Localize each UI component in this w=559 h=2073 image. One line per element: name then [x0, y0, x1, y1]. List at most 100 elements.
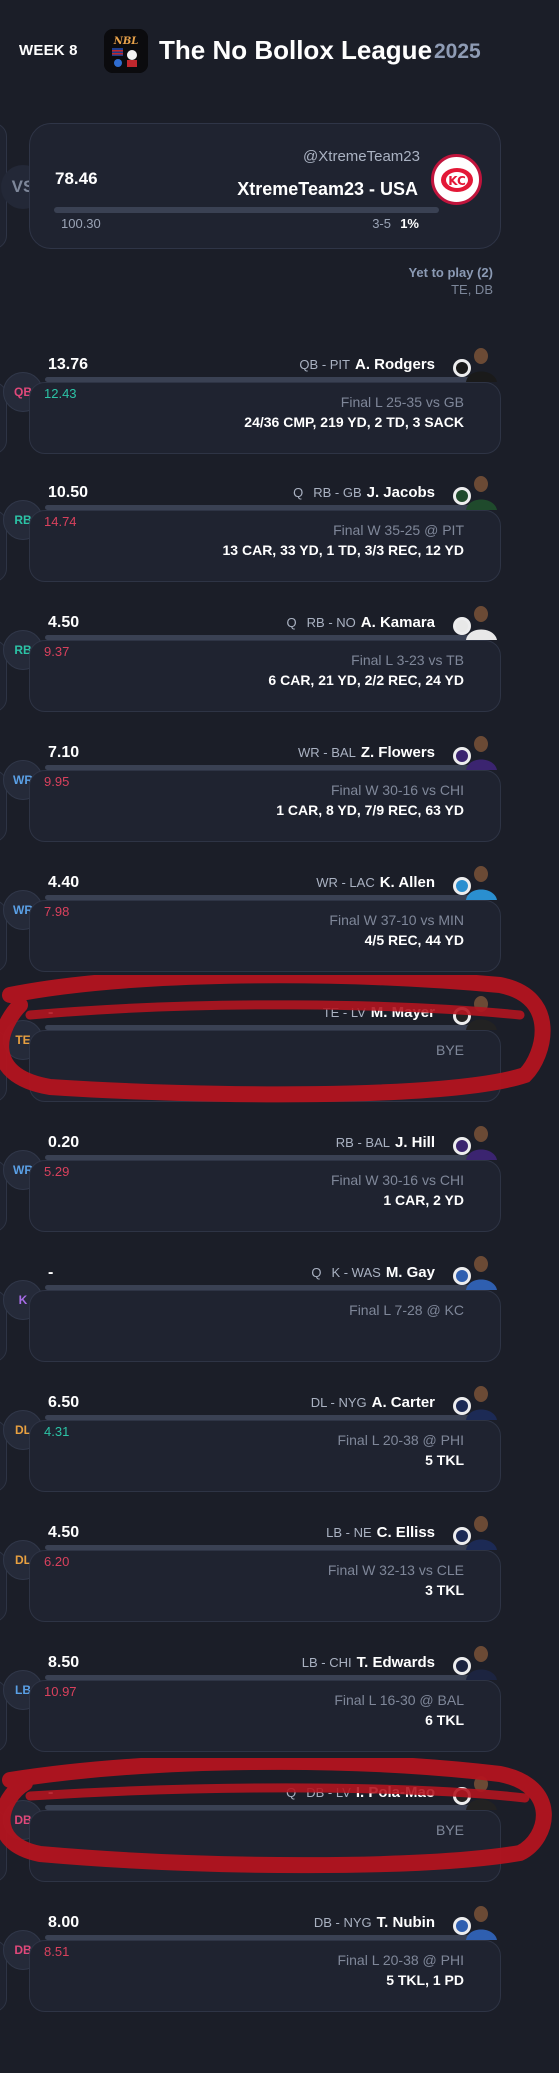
player-headshot-icon[interactable]	[448, 1382, 499, 1420]
player-row[interactable]: DL 4.50 6.20 LB - NE C. Elliss Final W 32-13 …	[0, 1516, 559, 1636]
player-row[interactable]: K-QK - WAS M. Gay Final L 7-28 @ KC	[0, 1256, 559, 1376]
player-score: 8.00	[48, 1914, 80, 1931]
season-year: 2025	[434, 40, 481, 63]
player-headshot-icon[interactable]	[448, 1252, 499, 1290]
game-result: Final L 7-28 @ KC	[349, 1302, 464, 1318]
player-name[interactable]: T. Edwards	[357, 1654, 435, 1671]
player-stat-line: 6 CAR, 21 YD, 2/2 REC, 24 YD	[268, 672, 464, 688]
player-name[interactable]: A. Kamara	[361, 614, 435, 631]
game-result: Final W 35-25 @ PIT	[333, 522, 464, 538]
score-progress-bar	[54, 207, 439, 213]
game-result: Final W 30-16 vs CHI	[330, 782, 464, 798]
player-headshot-icon[interactable]	[448, 732, 499, 770]
player-progress-bar	[45, 1545, 486, 1550]
player-row[interactable]: RB 10.50 14.74 Q RB - GB J. Jacobs Final W 35-…	[0, 476, 559, 596]
player-position-team: LB - NE	[326, 1525, 372, 1540]
player-position-team: DL - NYG	[310, 1395, 367, 1410]
player-projection: 12.43	[44, 386, 77, 401]
player-name[interactable]: I. Pola-Mao	[356, 1784, 435, 1801]
player-progress-bar	[45, 895, 486, 900]
player-headshot-icon[interactable]	[448, 1902, 499, 1940]
game-result: Final W 30-16 vs CHI	[330, 1172, 464, 1188]
player-score: 4.50	[48, 614, 80, 631]
player-progress-bar	[45, 505, 486, 510]
player-headshot-icon[interactable]	[448, 602, 499, 640]
player-info: TE - LV M. Mayer	[323, 1004, 435, 1021]
player-info: DB - NYG T. Nubin	[314, 1914, 435, 1931]
player-headshot-icon[interactable]	[448, 344, 499, 382]
player-position-team: TE - LV	[322, 1005, 366, 1020]
player-score: 8.50	[48, 1654, 80, 1671]
player-info: DL - NYG A. Carter	[311, 1394, 435, 1411]
player-score: 13.76	[48, 356, 89, 373]
player-projection: 9.95	[44, 774, 70, 789]
player-card[interactable]	[29, 1030, 501, 1102]
player-progress-bar	[45, 765, 486, 770]
player-score: 4.40	[48, 874, 80, 891]
player-headshot-icon[interactable]	[448, 1772, 499, 1810]
player-row[interactable]: LB 8.50 10.97 LB - CHI T. Edwards Final L 16-…	[0, 1646, 559, 1766]
player-headshot-icon[interactable]	[448, 1642, 499, 1680]
player-row[interactable]: DB - Q DB - LV I. Pola-Mao BYE	[0, 1776, 559, 1896]
player-row[interactable]: TE - TE - LV M. Mayer BYE	[0, 996, 559, 1116]
player-name[interactable]: J. Jacobs	[367, 484, 435, 501]
player-row[interactable]: QB 13.76 12.43 QB - PIT A. Rodgers Final L 25…	[0, 348, 559, 468]
player-position-team: WR - BAL	[298, 745, 356, 760]
yet-to-play-title: Yet to play (2)	[408, 265, 493, 280]
player-stat-line: 6 TKL	[425, 1712, 464, 1728]
player-row[interactable]: DL 6.50 4.31 DL - NYG A. Carter Final L 20-38…	[0, 1386, 559, 1506]
player-info: Q RB - GB J. Jacobs	[293, 484, 435, 501]
player-info: Q K - WAS M. Gay	[311, 1264, 435, 1281]
nbl-logo-icon[interactable]: NBL	[104, 29, 148, 73]
player-row[interactable]: DB 8.00 8.51 DB - NYG T. Nubin Final L 20-38 …	[0, 1906, 559, 2026]
player-row[interactable]: WR 0.20 5.29 RB - BAL J. Hill Final W 30-16 v…	[0, 1126, 559, 1246]
team-name: XtremeTeam23 - USA	[237, 179, 418, 199]
player-name[interactable]: J. Hill	[395, 1134, 435, 1151]
game-result: BYE	[435, 1042, 464, 1058]
svg-text:NBL: NBL	[113, 36, 139, 47]
player-headshot-icon[interactable]	[448, 1122, 499, 1160]
game-result: Final L 20-38 @ PHI	[337, 1952, 464, 1968]
page-header: WEEK 8 NBL The No Bollox League 2025	[0, 0, 559, 100]
player-card[interactable]	[29, 1290, 501, 1362]
player-name[interactable]: Z. Flowers	[361, 744, 435, 761]
player-row[interactable]: RB 4.50 9.37 Q RB - NO A. Kamara Final L 3-23 …	[0, 606, 559, 726]
player-headshot-icon[interactable]	[448, 472, 499, 510]
player-position-team: RB - NO	[306, 615, 356, 630]
matchup-card[interactable]: 78.46 @XtremeTeam23 XtremeTeam23 - USA 1…	[29, 123, 501, 249]
player-score: 10.50	[48, 484, 89, 501]
player-score: -	[48, 1004, 54, 1021]
player-info: WR - LAC K. Allen	[316, 874, 435, 891]
player-name[interactable]: A. Carter	[372, 1394, 435, 1411]
league-title: The No Bollox League	[159, 35, 433, 65]
player-info: LB - CHI T. Edwards	[302, 1654, 435, 1671]
player-name[interactable]: T. Nubin	[377, 1914, 435, 1931]
team-record: 3-5	[372, 216, 391, 231]
yet-to-play-summary: Yet to play (2) TE, DB	[408, 265, 493, 297]
game-result: Final W 32-13 vs CLE	[327, 1562, 464, 1578]
player-row[interactable]: WR 4.40 7.98 WR - LAC K. Allen Final W 37-10 …	[0, 866, 559, 986]
player-row[interactable]: WR 7.10 9.95 WR - BAL Z. Flowers Final W 30-1…	[0, 736, 559, 856]
player-name[interactable]: A. Rodgers	[355, 356, 435, 373]
player-stat-line: 1 CAR, 2 YD	[383, 1192, 464, 1208]
player-headshot-icon[interactable]	[448, 1512, 499, 1550]
player-projection: 5.29	[44, 1164, 70, 1179]
game-result: BYE	[435, 1822, 464, 1838]
player-name[interactable]: C. Elliss	[377, 1524, 435, 1541]
player-info: QB - PIT A. Rodgers	[299, 356, 435, 373]
player-progress-bar	[45, 1935, 486, 1940]
player-card[interactable]	[29, 1810, 501, 1882]
player-progress-bar	[45, 1415, 486, 1420]
game-result: Final W 37-10 vs MIN	[329, 912, 464, 928]
player-progress-bar	[45, 1025, 486, 1030]
player-stat-line: 1 CAR, 8 YD, 7/9 REC, 63 YD	[276, 802, 464, 818]
player-progress-bar	[45, 1675, 486, 1680]
player-headshot-icon[interactable]	[448, 862, 499, 900]
yet-to-play-positions: TE, DB	[451, 282, 493, 297]
player-name[interactable]: K. Allen	[380, 874, 435, 891]
player-name[interactable]: M. Mayer	[371, 1004, 435, 1021]
player-headshot-icon[interactable]	[448, 992, 499, 1030]
player-position-team: QB - PIT	[299, 357, 350, 372]
questionable-badge: Q	[286, 615, 297, 630]
player-name[interactable]: M. Gay	[386, 1264, 435, 1281]
